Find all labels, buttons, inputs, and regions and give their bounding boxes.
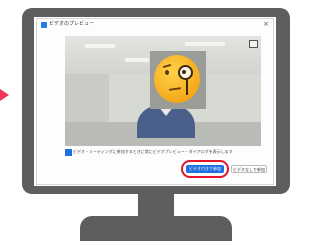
pointer-arrow-icon	[0, 89, 9, 101]
consent-row[interactable]: ビデオ・ミーティングに参加するときに常にビデオプレビュー・ダイアログを表示します	[65, 148, 265, 156]
monitor-neck	[138, 194, 174, 218]
highlight-ring	[181, 160, 229, 178]
checkbox-checked-icon[interactable]	[65, 149, 72, 156]
monitor-base	[80, 216, 232, 241]
dialog-controls: ビデオ・ミーティングに参加するときに常にビデオプレビュー・ダイアログを表示します…	[37, 18, 277, 184]
join-without-video-button[interactable]: ビデオなしで参加	[231, 165, 267, 173]
consent-text: ビデオ・ミーティングに参加するときに常にビデオプレビュー・ダイアログを表示します	[73, 149, 233, 154]
